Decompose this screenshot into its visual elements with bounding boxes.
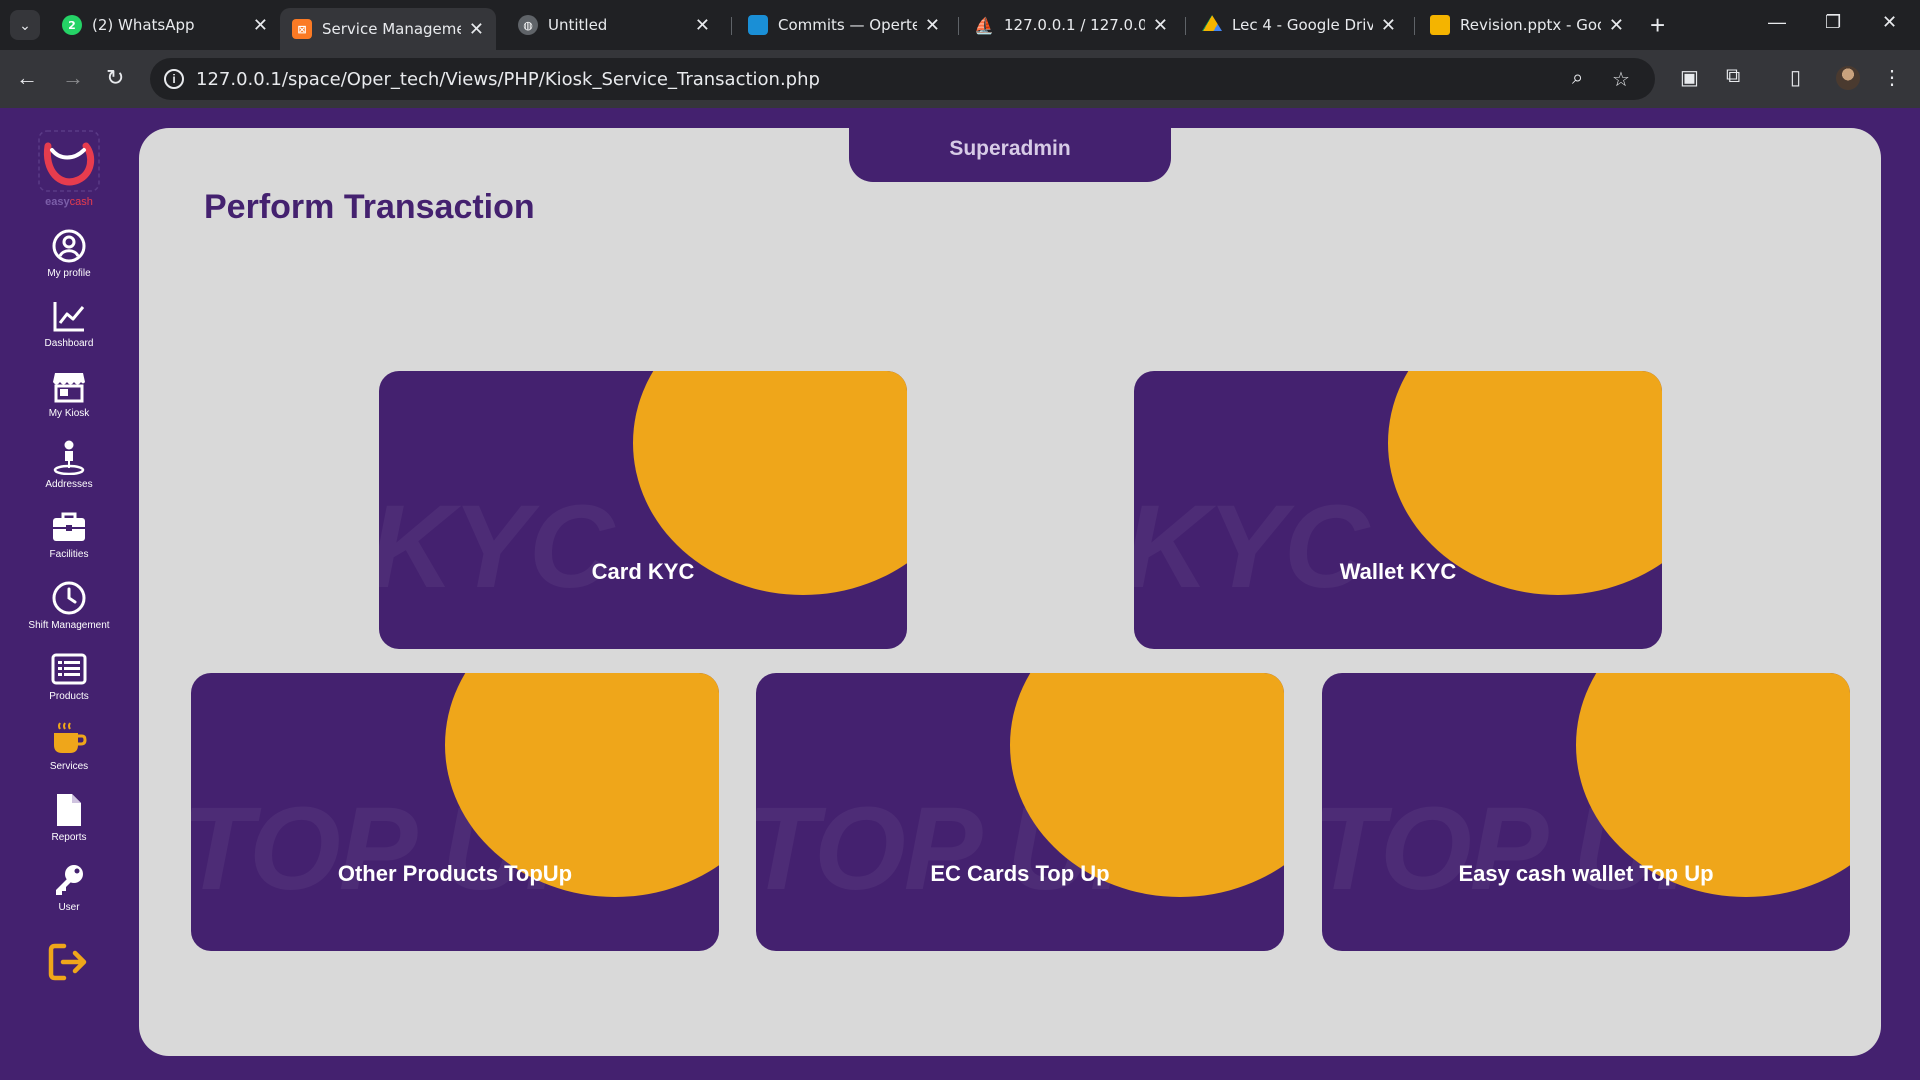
card-kyc-tile[interactable]: KYC Card KYC — [379, 371, 907, 649]
profile-avatar[interactable] — [1836, 66, 1860, 90]
new-tab-button[interactable]: + — [1650, 10, 1665, 40]
list-icon — [51, 653, 87, 685]
phpmyadmin-icon: ⛵ — [974, 15, 994, 35]
card-watermark: KYC — [1134, 481, 1369, 613]
browser-tab[interactable]: 2 (2) WhatsApp ✕ — [50, 8, 280, 42]
close-tab-icon[interactable]: ✕ — [925, 15, 940, 36]
zoom-icon[interactable]: ⌕ — [1572, 67, 1583, 90]
sidebar-item-products[interactable]: Products — [0, 651, 138, 713]
chevron-down-icon: ⌄ — [19, 16, 31, 33]
briefcase-icon — [53, 512, 85, 541]
restore-icon[interactable]: ❐ — [1825, 12, 1841, 33]
google-slides-icon — [1430, 15, 1450, 35]
logout-icon[interactable] — [48, 942, 90, 982]
other-products-topup-tile[interactable]: TOP UP Other Products TopUp — [191, 673, 719, 951]
role-indicator: Superadmin — [849, 124, 1171, 182]
sidebar-item-addresses[interactable]: Addresses — [0, 439, 138, 501]
key-icon — [56, 865, 83, 895]
browser-toolbar: ← → ↻ i 127.0.0.1/space/Oper_tech/Views/… — [0, 50, 1920, 108]
line-chart-icon — [53, 302, 85, 332]
globe-icon: ◍ — [518, 15, 538, 35]
screen-cast-icon[interactable]: ▣ — [1680, 65, 1699, 90]
card-label: EC Cards Top Up — [930, 861, 1110, 886]
card-watermark: KYC — [379, 481, 614, 613]
ec-cards-topup-tile[interactable]: TOP UP EC Cards Top Up — [756, 673, 1284, 951]
url-text[interactable]: 127.0.0.1/space/Oper_tech/Views/PHP/Kios… — [196, 69, 820, 90]
browser-tab[interactable]: ◍ Untitled ✕ — [506, 8, 722, 42]
coffee-icon — [54, 722, 87, 753]
close-tab-icon[interactable]: ✕ — [1153, 15, 1168, 36]
tab-title: Service Management — [322, 20, 461, 38]
browser-tab[interactable]: Lec 4 - Google Drive ✕ — [1190, 8, 1408, 42]
main-panel: Superadmin Perform Transaction KYC Card … — [139, 124, 1881, 1056]
side-panel-icon[interactable]: ▯ — [1790, 65, 1801, 90]
tab-title: Revision.pptx - Goog — [1460, 16, 1601, 34]
browser-tab[interactable]: Commits — Opertech ✕ — [736, 8, 952, 42]
sidebar-item-reports[interactable]: Reports — [0, 792, 138, 854]
close-tab-icon[interactable]: ✕ — [469, 19, 484, 40]
browser-tab-strip: ⌄ 2 (2) WhatsApp ✕ ⊠ Service Management … — [0, 0, 1920, 50]
sidebar-item-my-profile[interactable]: My profile — [0, 228, 138, 290]
tab-title: (2) WhatsApp — [92, 16, 195, 34]
easy-cash-wallet-topup-tile[interactable]: TOP UP Easy cash wallet Top Up — [1322, 673, 1850, 951]
minimize-icon[interactable]: — — [1768, 12, 1786, 33]
app-root: easycash My profile Dashboard My Kiosk A… — [0, 108, 1920, 1080]
sidebar-item-services[interactable]: Services — [0, 721, 138, 783]
whatsapp-icon: 2 — [62, 15, 82, 35]
close-tab-icon[interactable]: ✕ — [1609, 15, 1624, 36]
sidebar-item-facilities[interactable]: Facilities — [0, 509, 138, 571]
easycash-logo — [38, 130, 100, 192]
tab-separator — [1414, 17, 1415, 35]
wallet-kyc-tile[interactable]: KYC Wallet KYC — [1134, 371, 1662, 649]
close-tab-icon[interactable]: ✕ — [253, 15, 268, 36]
sidebar-item-shift-management[interactable]: Shift Management — [0, 580, 138, 642]
tab-title: Untitled — [548, 16, 608, 34]
reload-icon[interactable]: ↻ — [106, 65, 124, 91]
card-label: Card KYC — [591, 559, 695, 584]
card-label: Wallet KYC — [1339, 559, 1457, 584]
user-circle-icon — [52, 229, 86, 263]
sidebar-item-my-kiosk[interactable]: My Kiosk — [0, 368, 138, 430]
browser-tab[interactable]: Revision.pptx - Goog ✕ — [1418, 8, 1636, 42]
bitbucket-icon — [748, 15, 768, 35]
tab-title: 127.0.0.1 / 127.0.0.1 / — [1004, 16, 1145, 34]
back-arrow-icon[interactable]: ← — [16, 65, 38, 91]
browser-tab[interactable]: ⛵ 127.0.0.1 / 127.0.0.1 / ✕ — [962, 8, 1180, 42]
sidebar-item-user[interactable]: User — [0, 862, 138, 924]
tab-title: Lec 4 - Google Drive — [1232, 16, 1373, 34]
sidebar: easycash My profile Dashboard My Kiosk A… — [0, 108, 138, 1080]
page-title: Perform Transaction — [204, 188, 535, 226]
card-label: Easy cash wallet Top Up — [1458, 861, 1714, 886]
sidebar-item-dashboard[interactable]: Dashboard — [0, 298, 138, 360]
site-info-icon[interactable]: i — [164, 69, 184, 89]
close-tab-icon[interactable]: ✕ — [695, 15, 710, 36]
store-icon — [53, 373, 85, 403]
bookmark-star-icon[interactable]: ☆ — [1612, 67, 1630, 92]
close-tab-icon[interactable]: ✕ — [1381, 15, 1396, 36]
logo-wordmark: easycash — [45, 196, 93, 208]
address-bar[interactable]: i 127.0.0.1/space/Oper_tech/Views/PHP/Ki… — [150, 58, 1655, 100]
map-pin-person-icon — [53, 440, 85, 475]
tab-separator — [958, 17, 959, 35]
tab-title: Commits — Opertech — [778, 16, 917, 34]
browser-tab-active[interactable]: ⊠ Service Management ✕ — [280, 8, 496, 50]
xampp-icon: ⊠ — [292, 19, 312, 39]
google-drive-icon — [1202, 15, 1222, 31]
browser-menu-icon[interactable]: ⋮ — [1882, 65, 1902, 90]
forward-arrow-icon[interactable]: → — [62, 65, 84, 91]
tab-search-button[interactable]: ⌄ — [10, 10, 40, 40]
card-label: Other Products TopUp — [337, 861, 573, 886]
window-close-icon[interactable]: ✕ — [1882, 12, 1897, 33]
tab-separator — [1185, 17, 1186, 35]
clock-icon — [52, 581, 86, 615]
file-icon — [57, 794, 81, 826]
extensions-icon[interactable]: ⧉ — [1726, 65, 1740, 88]
tab-separator — [731, 17, 732, 35]
